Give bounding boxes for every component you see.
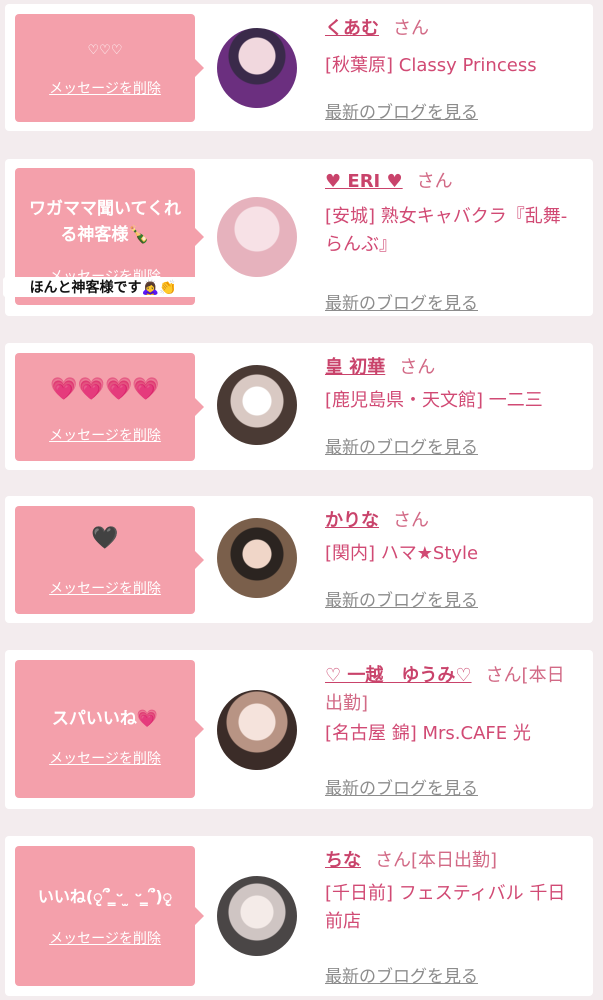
- cast-name-link[interactable]: かりな: [325, 510, 379, 531]
- cast-name-link[interactable]: くあむ: [325, 18, 379, 39]
- message-bubble: 💗💗💗💗 メッセージを削除: [15, 353, 204, 461]
- honorific: さん: [393, 18, 429, 39]
- latest-blog-link[interactable]: 最新のブログを見る: [325, 962, 478, 987]
- name-line: ちな さん[本日出勤]: [325, 848, 581, 874]
- avatar[interactable]: [217, 28, 297, 108]
- shop-name[interactable]: [鹿児島県・天文館] 一二三: [325, 387, 581, 415]
- avatar[interactable]: [217, 690, 297, 770]
- message-text: スパいいね💗: [51, 709, 159, 729]
- honorific: さん: [399, 357, 436, 378]
- latest-blog-link[interactable]: 最新のブログを見る: [325, 289, 478, 314]
- delete-message-link[interactable]: メッセージを削除: [15, 928, 195, 948]
- favorites-list: ♡♡♡ メッセージを削除 くあむ さん [秋葉原] Classy Princess…: [0, 0, 603, 1000]
- shop-name[interactable]: [名古屋 錦] Mrs.CAFE 光: [325, 720, 581, 748]
- avatar[interactable]: [217, 876, 297, 956]
- message-text: ワガママ聞いてくれる神客様🍾: [29, 199, 181, 245]
- latest-blog-link[interactable]: 最新のブログを見る: [325, 98, 478, 123]
- list-item: スパいいね💗 メッセージを削除 ♡ 一越 ゆうみ♡ さん[本日出勤] [名古屋 錦…: [5, 650, 593, 809]
- avatar[interactable]: [217, 365, 297, 445]
- latest-blog-link[interactable]: 最新のブログを見る: [325, 774, 478, 799]
- delete-message-link[interactable]: メッセージを削除: [15, 748, 195, 768]
- list-item: 💗💗💗💗 メッセージを削除 皇 初華 さん [鹿児島県・天文館] 一二三 最新のブ…: [5, 343, 593, 470]
- message-bubble: ♡♡♡ メッセージを削除: [15, 14, 204, 122]
- shop-name[interactable]: [秋葉原] Classy Princess: [325, 52, 581, 80]
- cast-name-link[interactable]: ♥ ERI ♥: [325, 171, 403, 192]
- honorific: さん[本日出勤]: [375, 850, 498, 871]
- cast-info: ♡ 一越 ゆうみ♡ さん[本日出勤] [名古屋 錦] Mrs.CAFE 光 最新の…: [325, 662, 581, 799]
- name-line: かりな さん: [325, 508, 581, 534]
- latest-blog-link[interactable]: 最新のブログを見る: [325, 433, 478, 458]
- cast-info: ♥ ERI ♥ さん [安城] 熟女キャバクラ『乱舞-らんぶ』 最新のブログを見る: [325, 169, 581, 314]
- delete-message-link[interactable]: メッセージを削除: [15, 425, 195, 445]
- avatar[interactable]: [217, 197, 297, 277]
- cast-info: ちな さん[本日出勤] [千日前] フェスティバル 千日前店 最新のブログを見る: [325, 848, 581, 987]
- cast-name-link[interactable]: ちな: [325, 850, 361, 871]
- avatar[interactable]: [217, 518, 297, 598]
- honorific: さん: [416, 171, 453, 192]
- latest-blog-link[interactable]: 最新のブログを見る: [325, 586, 478, 611]
- message-text: ♡♡♡: [87, 43, 123, 58]
- list-item: ワガママ聞いてくれる神客様🍾 メッセージを削除 ほんと神客様です🙇‍♀️👏 ♥ …: [3, 159, 593, 316]
- message-text: 🖤: [91, 526, 119, 551]
- cast-info: くあむ さん [秋葉原] Classy Princess 最新のブログを見る: [325, 16, 581, 123]
- name-line: 皇 初華 さん: [325, 355, 581, 381]
- name-line: ♥ ERI ♥ さん: [325, 169, 581, 195]
- delete-message-link[interactable]: メッセージを削除: [15, 578, 195, 598]
- honorific: さん: [393, 510, 429, 531]
- name-line: ♡ 一越 ゆうみ♡ さん[本日出勤]: [325, 662, 581, 718]
- list-item: いいね(ृ՞ ̳ᵕ ̫ ᵕ ̳՞)ृ メッセージを削除 ちな さん[本日出勤] […: [5, 836, 593, 996]
- shop-name[interactable]: [安城] 熟女キャバクラ『乱舞-らんぶ』: [325, 203, 581, 259]
- list-item: ♡♡♡ メッセージを削除 くあむ さん [秋葉原] Classy Princess…: [5, 4, 593, 131]
- shop-name[interactable]: [千日前] フェスティバル 千日前店: [325, 880, 581, 936]
- delete-message-link[interactable]: メッセージを削除: [15, 78, 195, 98]
- message-text: 💗💗💗💗: [50, 377, 160, 402]
- message-bubble: いいね(ृ՞ ̳ᵕ ̫ ᵕ ̳՞)ृ メッセージを削除: [15, 846, 204, 986]
- cast-info: かりな さん [関内] ハマ★Style 最新のブログを見る: [325, 508, 581, 611]
- cast-name-link[interactable]: 皇 初華: [325, 357, 385, 378]
- sticker-overlay: ほんと神客様です🙇‍♀️👏: [3, 277, 203, 297]
- name-line: くあむ さん: [325, 16, 581, 42]
- cast-name-link[interactable]: ♡ 一越 ゆうみ♡: [325, 665, 472, 686]
- message-text: いいね(ृ՞ ̳ᵕ ̫ ᵕ ̳՞)ृ: [37, 887, 173, 906]
- message-bubble: スパいいね💗 メッセージを削除: [15, 660, 204, 798]
- shop-name[interactable]: [関内] ハマ★Style: [325, 540, 581, 568]
- cast-info: 皇 初華 さん [鹿児島県・天文館] 一二三 最新のブログを見る: [325, 355, 581, 458]
- list-item: 🖤 メッセージを削除 かりな さん [関内] ハマ★Style 最新のブログを見る: [5, 496, 593, 623]
- message-bubble: 🖤 メッセージを削除: [15, 506, 204, 614]
